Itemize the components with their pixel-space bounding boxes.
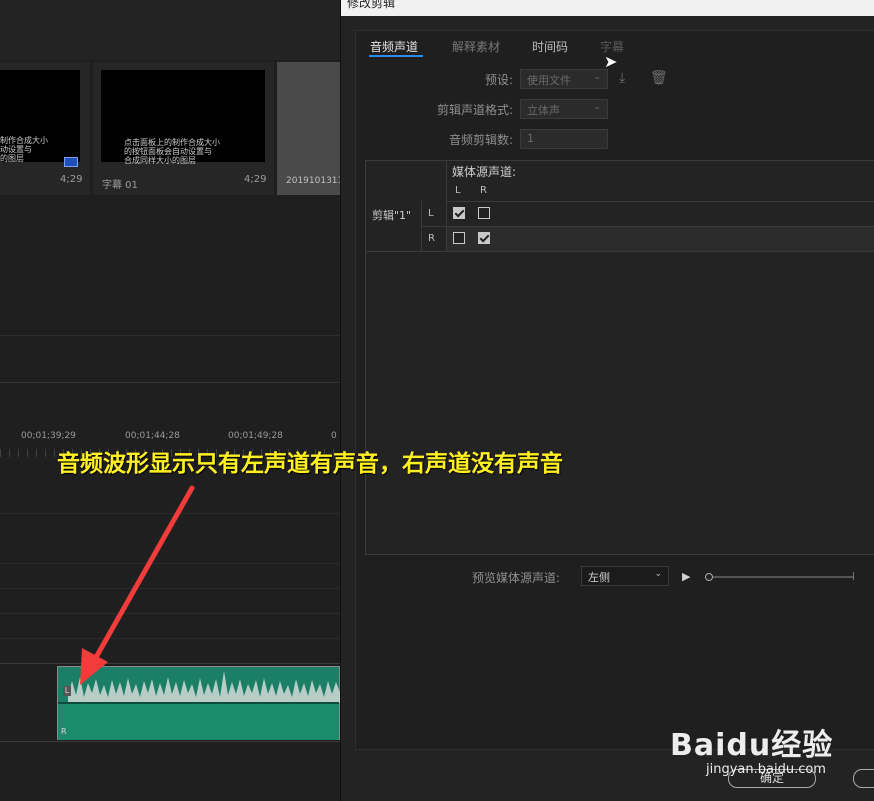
thumbnail-text-2: 的按钮面板会自动设置与 <box>124 147 212 156</box>
preview-scrub-slider[interactable] <box>707 576 854 578</box>
project-panel-header <box>0 0 340 60</box>
audio-clip-count-label: 音频剪辑数: <box>448 133 513 147</box>
timecode-1: 00;01;39;29 <box>21 431 76 441</box>
mouse-cursor-icon: ➤ <box>604 52 618 71</box>
clip-name: 剪辑"1" <box>372 209 412 222</box>
panel-divider <box>0 335 340 336</box>
thumbnail-text-1: 制作合成大小 <box>0 136 48 145</box>
tab-audio-channels[interactable]: 音频声道 <box>370 38 418 55</box>
project-item-1[interactable]: 制作合成大小 动设置与 的图层 4;29 <box>0 62 90 195</box>
thumbnail-image: 制作合成大小 动设置与 的图层 <box>0 70 80 167</box>
timecode-3: 00;01;49;28 <box>228 431 283 441</box>
column-header-r: R <box>480 185 487 196</box>
cancel-button[interactable] <box>853 769 874 788</box>
preset-value: 使用文件 <box>527 74 571 87</box>
checkbox-clip-l-source-r[interactable] <box>478 207 490 219</box>
play-icon[interactable]: ▶ <box>682 570 690 583</box>
tab-interpret-footage[interactable]: 解释素材 <box>452 38 500 55</box>
table-divider <box>446 201 874 202</box>
chevron-down-icon: ⌄ <box>593 102 601 112</box>
thumbnail-image: 点击面板上的制作合成大小 的按钮面板会自动设置与 合成同样大小的图层 <box>101 70 265 165</box>
modify-clip-dialog: 修改剪辑 音频声道 解释素材 时间码 字幕 预设: 使用文件 ⌄ ⤓ 🗑 剪辑声… <box>340 0 874 801</box>
tab-timecode[interactable]: 时间码 <box>532 38 568 55</box>
preset-label: 预设: <box>484 73 513 87</box>
chevron-down-icon: ⌄ <box>654 569 662 579</box>
slider-thumb[interactable] <box>705 573 713 581</box>
save-preset-icon[interactable]: ⤓ <box>619 70 625 86</box>
thumbnail-label: 字幕 01 <box>102 180 138 191</box>
preview-source-channel-value: 左侧 <box>588 571 610 584</box>
thumbnail-text-1: 点击面板上的制作合成大小 <box>124 138 220 147</box>
baidu-logo: Baidu经验 <box>670 728 834 763</box>
preview-source-channel-select[interactable]: 左侧 ⌄ <box>581 566 669 586</box>
media-source-channel-header: 媒体源声道: <box>452 165 517 179</box>
slider-end-marker <box>853 572 854 580</box>
project-item-2[interactable]: 点击面板上的制作合成大小 的按钮面板会自动设置与 合成同样大小的图层 字幕 01… <box>93 62 274 195</box>
checkbox-clip-r-source-r[interactable] <box>478 232 490 244</box>
timecode-4: 0 <box>331 431 337 441</box>
audio-clip-count-input[interactable]: 1 <box>520 129 608 149</box>
row-channel-l: L <box>428 208 434 219</box>
dialog-title: 修改剪辑 <box>347 0 396 10</box>
checkbox-clip-l-source-l[interactable] <box>453 207 465 219</box>
table-divider <box>366 251 874 252</box>
column-header-l: L <box>455 185 461 196</box>
watermark-url: jingyan.baidu.com <box>706 762 826 777</box>
thumbnail-text-3: 合成同样大小的图层 <box>124 156 196 165</box>
channel-mapping-table: 媒体源声道: L R 剪辑"1" L R <box>365 160 874 555</box>
project-item-3[interactable]: 20191013115 <box>277 62 349 195</box>
active-tab-indicator <box>369 55 423 57</box>
thumbnail-text-2: 动设置与 <box>0 145 32 154</box>
checkbox-clip-r-source-l[interactable] <box>453 232 465 244</box>
delete-preset-icon[interactable]: 🗑 <box>650 70 668 86</box>
sequence-badge-icon <box>64 157 78 167</box>
clip-channel-format-label: 剪辑声道格式: <box>436 103 513 117</box>
clip-channel-format-select[interactable]: 立体声 ⌄ <box>520 99 608 119</box>
timecode-2: 00;01;44;28 <box>125 431 180 441</box>
panel-divider <box>0 382 340 383</box>
right-channel-waveform: R <box>58 704 339 740</box>
audio-clip-count-value: 1 <box>527 132 534 145</box>
chevron-down-icon: ⌄ <box>593 72 601 82</box>
annotation-text: 音频波形显示只有左声道有声音，右声道没有声音 <box>57 451 563 477</box>
annotation-arrow-icon <box>80 485 195 685</box>
thumbnail-duration: 4;29 <box>60 174 83 185</box>
channel-label-r: R <box>61 727 67 736</box>
track-divider <box>0 741 340 742</box>
thumbnail-text-3: 的图层 <box>0 154 24 163</box>
thumbnail-duration: 4;29 <box>244 174 267 185</box>
table-row-highlight <box>447 227 874 251</box>
row-channel-r: R <box>428 233 435 244</box>
dialog-titlebar: 修改剪辑 <box>341 0 874 16</box>
clip-channel-format-value: 立体声 <box>527 104 560 117</box>
preview-source-channel-label: 预览媒体源声道: <box>472 571 561 585</box>
preset-select[interactable]: 使用文件 ⌄ <box>520 69 608 89</box>
